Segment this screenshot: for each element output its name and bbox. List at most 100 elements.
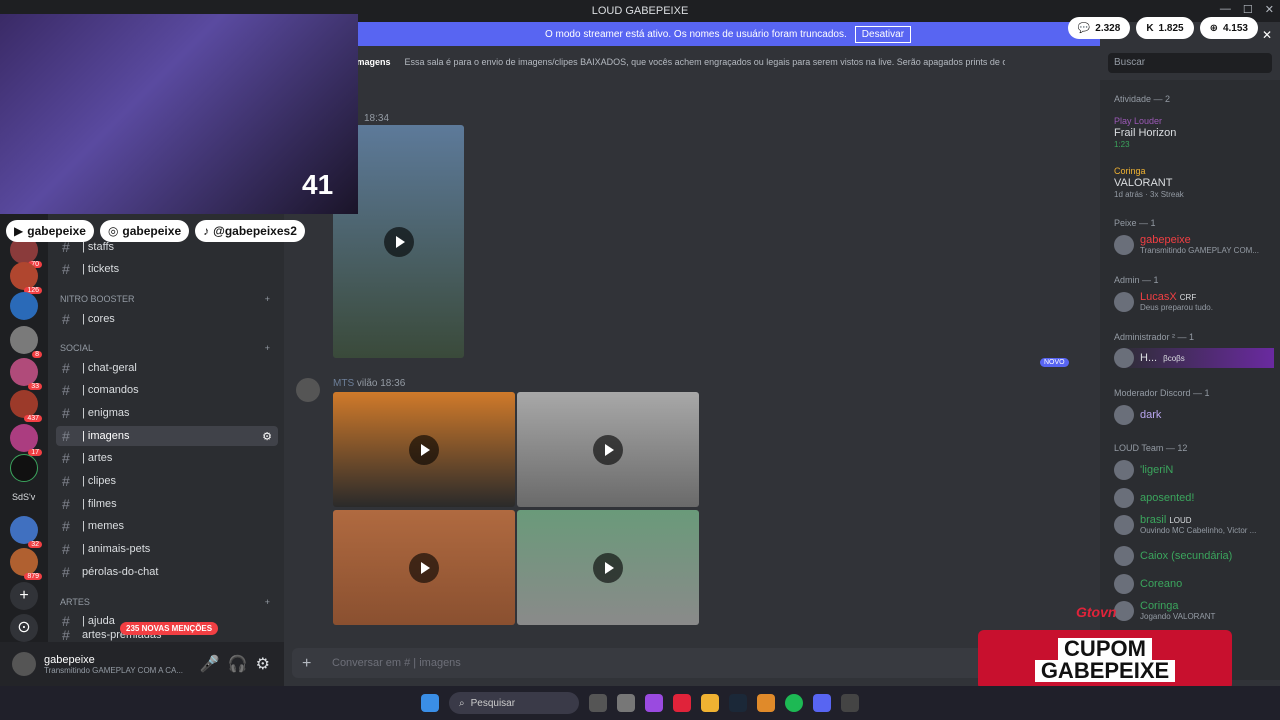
loud-server-icon[interactable]: [10, 454, 38, 482]
minimize-icon[interactable]: —: [1220, 3, 1231, 16]
activity-item[interactable]: Coringa VALORANT 1d atrás · 3x Streak: [1114, 166, 1274, 199]
maximize-icon[interactable]: ☐: [1243, 3, 1253, 16]
channel-comandos[interactable]: # | comandos: [56, 380, 278, 400]
opera-icon[interactable]: [673, 694, 691, 712]
globe-icon: ⊕: [1209, 22, 1218, 34]
category-artes[interactable]: ARTES +: [60, 597, 270, 607]
spotify-icon[interactable]: [785, 694, 803, 712]
member-item[interactable]: gabepeixe Transmitindo GAMEPLAY COM...: [1114, 234, 1274, 255]
message-time: 18:34: [364, 113, 390, 124]
member-item[interactable]: LucasX CRF Deus preparou tudo.: [1114, 291, 1274, 312]
category-nitro[interactable]: NITRO BOOSTER +: [60, 294, 270, 304]
server-icon[interactable]: 437: [10, 390, 42, 422]
play-icon[interactable]: [409, 552, 439, 583]
taskbar-search[interactable]: ⌕ Pesquisar: [449, 692, 579, 714]
member-item[interactable]: Coringa Jogando VALORANT: [1114, 600, 1274, 621]
video-attachment[interactable]: [517, 392, 699, 507]
server-icon[interactable]: 126: [10, 262, 42, 294]
copilot-icon[interactable]: [645, 694, 663, 712]
user-status: Transmitindo GAMEPLAY COM A CA...: [44, 665, 184, 675]
server-icon[interactable]: 17: [10, 424, 42, 456]
close-streamer-icon[interactable]: ✕: [1262, 28, 1272, 42]
channel-filmes[interactable]: # | filmes: [56, 494, 278, 514]
play-icon[interactable]: [409, 434, 439, 465]
server-icon[interactable]: 33: [10, 358, 42, 390]
server-icon[interactable]: 879: [10, 548, 42, 580]
channel-memes[interactable]: # | memes: [56, 516, 278, 536]
member-item[interactable]: brasil LOUD Ouvindo MC Cabelinho, Victor …: [1114, 514, 1274, 535]
plus-icon[interactable]: +: [265, 343, 270, 353]
channel-cores[interactable]: # | cores: [56, 309, 278, 329]
avatar: [1114, 460, 1134, 480]
app-icon[interactable]: [757, 694, 775, 712]
server-label[interactable]: SdS'v: [12, 492, 35, 502]
avatar[interactable]: [12, 652, 36, 676]
chat-count-pill: 💬 2.328: [1067, 17, 1131, 39]
avatar: [1114, 488, 1134, 508]
video-attachment[interactable]: [333, 510, 515, 625]
message-input[interactable]: Conversar em # | imagens: [292, 648, 1092, 678]
channel-imagens[interactable]: # | imagens ⚙: [56, 426, 278, 446]
channel-perolas-do-chat[interactable]: # pérolas-do-chat: [56, 562, 278, 582]
steam-icon[interactable]: [729, 694, 747, 712]
play-icon[interactable]: [383, 226, 414, 257]
server-icon[interactable]: [10, 292, 38, 320]
server-icon[interactable]: 8: [10, 326, 42, 358]
hash-icon: #: [62, 613, 70, 629]
app-icon[interactable]: [841, 694, 859, 712]
video-attachment[interactable]: [333, 392, 515, 507]
streamer-message: O modo streamer está ativo. Os nomes de …: [544, 28, 847, 40]
kick-icon: K: [1146, 22, 1154, 34]
channel-tickets[interactable]: # | tickets: [56, 259, 278, 279]
discord-icon[interactable]: [813, 694, 831, 712]
play-icon[interactable]: [593, 434, 623, 465]
close-icon[interactable]: ✕: [1265, 3, 1274, 16]
avatar: [1114, 234, 1134, 255]
tiktok-handle: ♪ @gabepeixes2: [195, 220, 305, 242]
mute-icon[interactable]: 🎤: [200, 654, 220, 674]
search-input[interactable]: Buscar: [1108, 53, 1272, 73]
social-handles: ▶ gabepeixe ◎ gabepeixe ♪ @gabepeixes2: [6, 220, 305, 242]
settings-icon[interactable]: ⚙: [256, 654, 270, 674]
avatar: [1114, 600, 1134, 621]
add-server-icon[interactable]: +: [10, 582, 38, 610]
explore-icon[interactable]: ⊙: [10, 614, 38, 642]
hash-icon: #: [62, 405, 70, 421]
mentions-badge[interactable]: 235 NOVAS MENÇÕES: [120, 622, 219, 635]
member-item[interactable]: dark: [1114, 405, 1274, 425]
channel-chat-geral[interactable]: # | chat-geral: [56, 358, 278, 378]
headphones-icon[interactable]: 🎧: [228, 654, 248, 674]
channel-enigmas[interactable]: # | enigmas: [56, 403, 278, 423]
add-attachment-icon[interactable]: +: [302, 655, 311, 673]
avatar: [1114, 546, 1134, 566]
activity-item[interactable]: Play Louder Frail Horizon 1:23: [1114, 116, 1274, 149]
hash-icon: #: [62, 473, 70, 489]
plus-icon[interactable]: +: [265, 294, 270, 304]
member-item[interactable]: H... βcoβs: [1114, 348, 1274, 368]
youtube-handle: ▶ gabepeixe: [6, 220, 94, 242]
play-icon[interactable]: [593, 552, 623, 583]
video-attachment[interactable]: [517, 510, 699, 625]
gear-icon[interactable]: ⚙: [262, 430, 272, 443]
app-icon[interactable]: [617, 694, 635, 712]
channel-animais-pets[interactable]: # | animais-pets: [56, 539, 278, 559]
avatar: [1114, 348, 1134, 368]
disable-streamer-button[interactable]: Desativar: [854, 25, 912, 43]
folder-icon[interactable]: [701, 694, 719, 712]
member-item[interactable]: 'ligeriN: [1114, 460, 1274, 480]
avatar: [1114, 405, 1134, 425]
task-view-icon[interactable]: [589, 694, 607, 712]
member-item[interactable]: Caiox (secundária): [1114, 546, 1274, 566]
youtube-icon: ▶: [14, 224, 24, 238]
instagram-handle: ◎ gabepeixe: [99, 220, 190, 242]
category-social[interactable]: SOCIAL +: [60, 343, 270, 353]
channel-artes[interactable]: # | artes: [56, 448, 278, 468]
windows-start-icon[interactable]: [421, 694, 439, 712]
hash-icon: #: [62, 450, 70, 466]
server-icon[interactable]: 32: [10, 516, 42, 548]
plus-icon[interactable]: +: [265, 597, 270, 607]
avatar[interactable]: [296, 378, 320, 402]
member-item[interactable]: Coreano: [1114, 574, 1274, 594]
member-item[interactable]: aposented!: [1114, 488, 1274, 508]
channel-clipes[interactable]: # | clipes: [56, 471, 278, 491]
